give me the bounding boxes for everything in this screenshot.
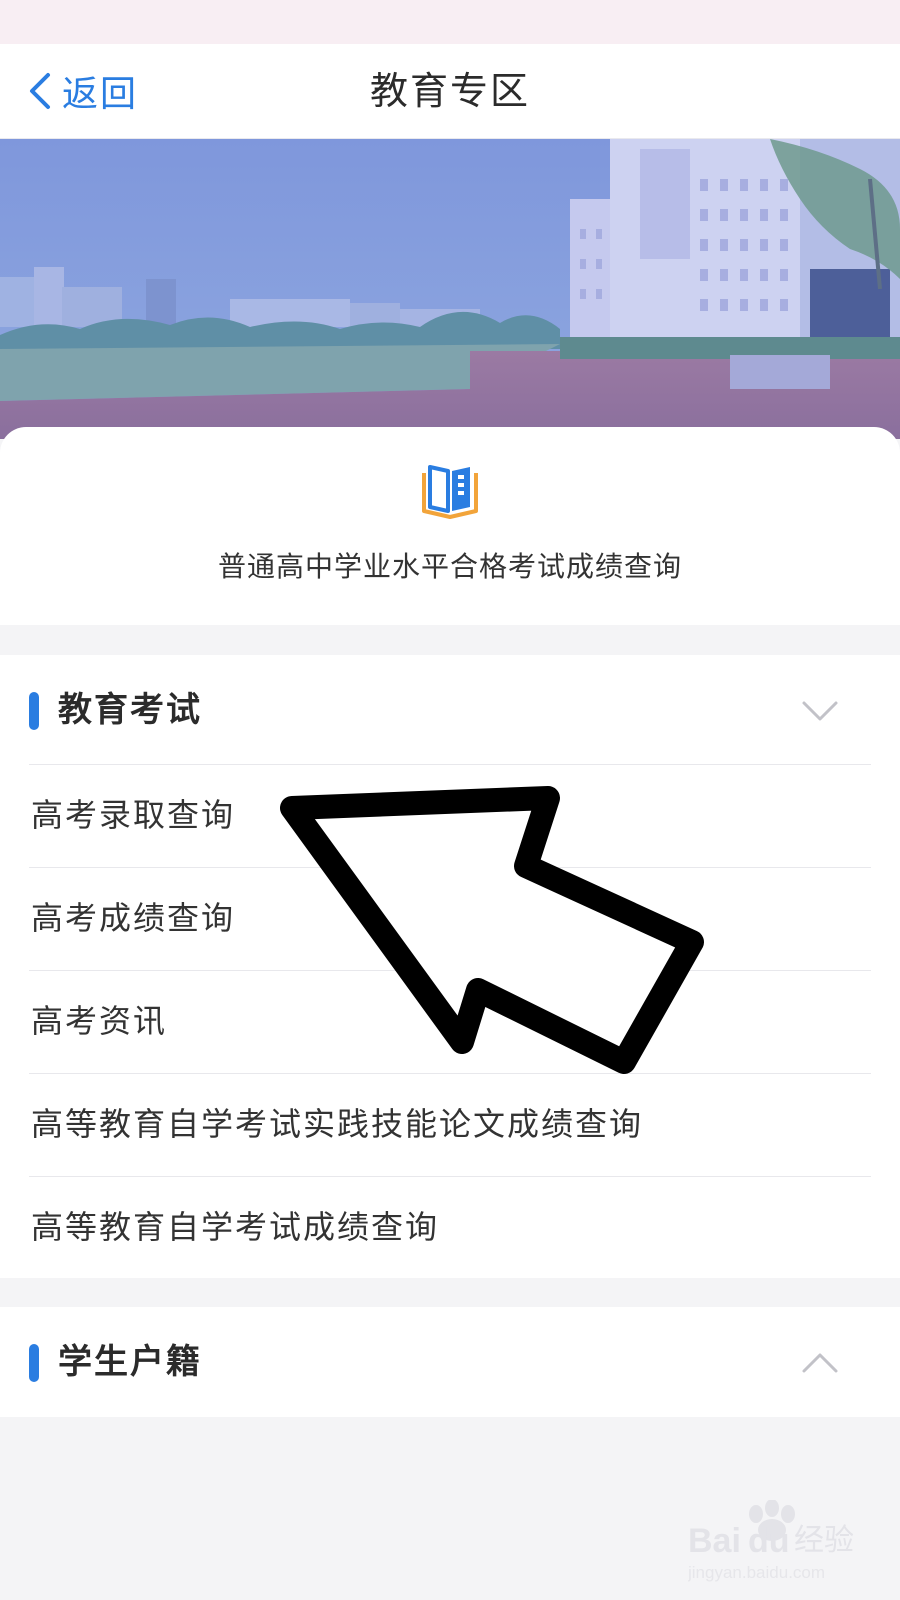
section-title: 学生户籍	[58, 1342, 202, 1382]
chevron-down-icon[interactable]	[800, 691, 840, 731]
watermark-url: jingyan.baidu.com	[688, 1563, 825, 1582]
list-item-label: 高等教育自学考试成绩查询	[31, 1208, 440, 1246]
page: 返回 教育专区 普通高中学业水平合格考试成绩查询 教育考试 高考录取查询 高考成…	[0, 0, 900, 1600]
section-header-education-exam[interactable]: 教育考试	[0, 655, 900, 765]
section-student-hukou: 学生户籍	[0, 1307, 900, 1417]
page-title: 教育专区	[369, 69, 530, 113]
navigation-bar: 返回 教育专区	[0, 44, 900, 139]
feature-card[interactable]: 普通高中学业水平合格考试成绩查询	[0, 427, 900, 625]
section-accent-bar	[29, 692, 39, 730]
list-item-gaokao-news[interactable]: 高考资讯	[29, 970, 871, 1073]
book-icon	[422, 465, 478, 519]
watermark-brand-cn: 经验	[794, 1523, 854, 1558]
list-item-self-study-score[interactable]: 高等教育自学考试成绩查询	[29, 1176, 871, 1279]
list-item-self-study-practice-score[interactable]: 高等教育自学考试实践技能论文成绩查询	[29, 1073, 871, 1176]
section-header-student-hukou[interactable]: 学生户籍	[0, 1307, 900, 1417]
feature-label: 普通高中学业水平合格考试成绩查询	[217, 550, 682, 583]
section-education-exam: 教育考试 高考录取查询 高考成绩查询 高考资讯 高等教育自学考试实践技能论文成绩…	[0, 655, 900, 1278]
section-accent-bar	[29, 1344, 39, 1382]
baidu-jingyan-watermark: Bai du 经验 jingyan.baidu.com	[687, 1499, 888, 1585]
campus-banner-image	[0, 139, 900, 439]
list-item-label: 高等教育自学考试实践技能论文成绩查询	[31, 1105, 644, 1143]
status-bar	[0, 0, 900, 44]
exam-list: 高考录取查询 高考成绩查询 高考资讯 高等教育自学考试实践技能论文成绩查询 高等…	[29, 764, 871, 1279]
list-item-label: 高考资讯	[31, 1002, 168, 1040]
section-title: 教育考试	[58, 690, 202, 730]
list-item-label: 高考录取查询	[31, 796, 236, 834]
chevron-up-icon[interactable]	[800, 1343, 840, 1383]
watermark-brand-b: du	[748, 1522, 790, 1560]
list-item-gaokao-admission[interactable]: 高考录取查询	[29, 764, 871, 867]
list-item-gaokao-score[interactable]: 高考成绩查询	[29, 867, 871, 970]
list-item-label: 高考成绩查询	[31, 899, 236, 937]
watermark-brand-a: Bai	[688, 1522, 741, 1560]
